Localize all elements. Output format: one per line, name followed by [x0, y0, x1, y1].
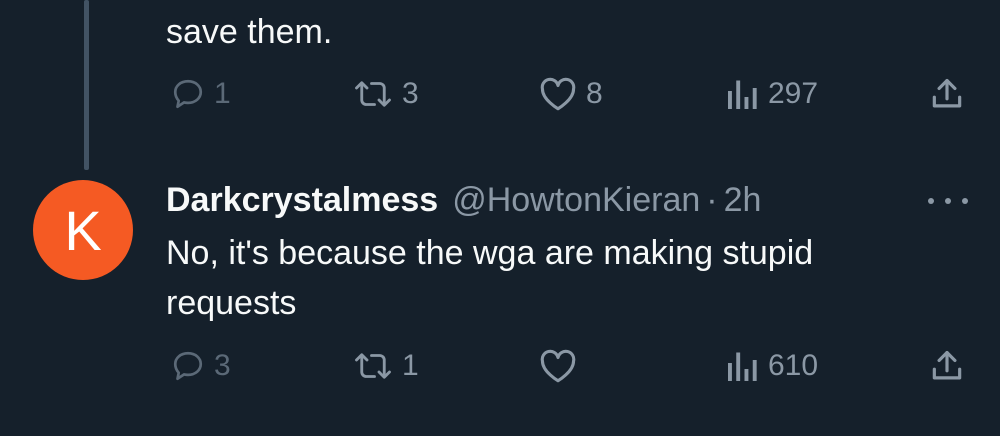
share-button[interactable]	[928, 342, 966, 390]
more-options-button[interactable]	[928, 186, 968, 216]
share-button[interactable]	[928, 70, 966, 118]
previous-tweet-text: save them.	[166, 13, 333, 51]
thread-connector-line	[84, 0, 89, 170]
retweet-count: 1	[402, 349, 419, 382]
share-icon	[932, 350, 962, 380]
heart-icon	[540, 349, 576, 383]
share-icon	[932, 78, 962, 108]
views-button[interactable]: 610	[726, 342, 818, 390]
more-icon	[928, 198, 934, 204]
views-button[interactable]: 297	[726, 70, 818, 118]
reply-count: 3	[214, 349, 231, 382]
tweet-header: Darkcrystalmess @HowtonKieran · 2h	[166, 176, 761, 224]
views-count: 297	[768, 77, 819, 110]
views-icon	[728, 80, 757, 109]
avatar[interactable]: K	[33, 180, 133, 280]
reply-button[interactable]: 3	[170, 342, 231, 390]
views-icon	[728, 352, 757, 381]
retweet-count: 3	[402, 77, 419, 110]
display-name[interactable]: Darkcrystalmess	[166, 181, 438, 220]
retweet-icon	[355, 353, 391, 379]
previous-tweet-actions: 1 3 8 297	[166, 70, 966, 118]
reply-button[interactable]: 1	[170, 70, 231, 118]
timestamp[interactable]: 2h	[724, 181, 762, 220]
reply-icon	[173, 79, 203, 109]
separator-dot: ·	[706, 180, 718, 219]
reply-count: 1	[214, 77, 231, 110]
like-count: 8	[586, 77, 603, 110]
user-handle[interactable]: @HowtonKieran	[452, 181, 700, 220]
more-icon-dot	[962, 198, 968, 204]
like-button[interactable]: 8	[538, 70, 603, 118]
like-button[interactable]	[538, 342, 578, 390]
reply-icon	[173, 351, 203, 381]
more-icon-dot	[945, 198, 951, 204]
retweet-icon	[355, 81, 391, 107]
tweet-actions: 3 1 610	[166, 342, 966, 390]
retweet-button[interactable]: 1	[352, 342, 419, 390]
heart-icon	[540, 77, 576, 111]
avatar-letter: K	[64, 198, 102, 262]
retweet-button[interactable]: 3	[352, 70, 419, 118]
tweet-text: No, it's because the wga are making stup…	[166, 234, 814, 322]
views-count: 610	[768, 349, 819, 382]
